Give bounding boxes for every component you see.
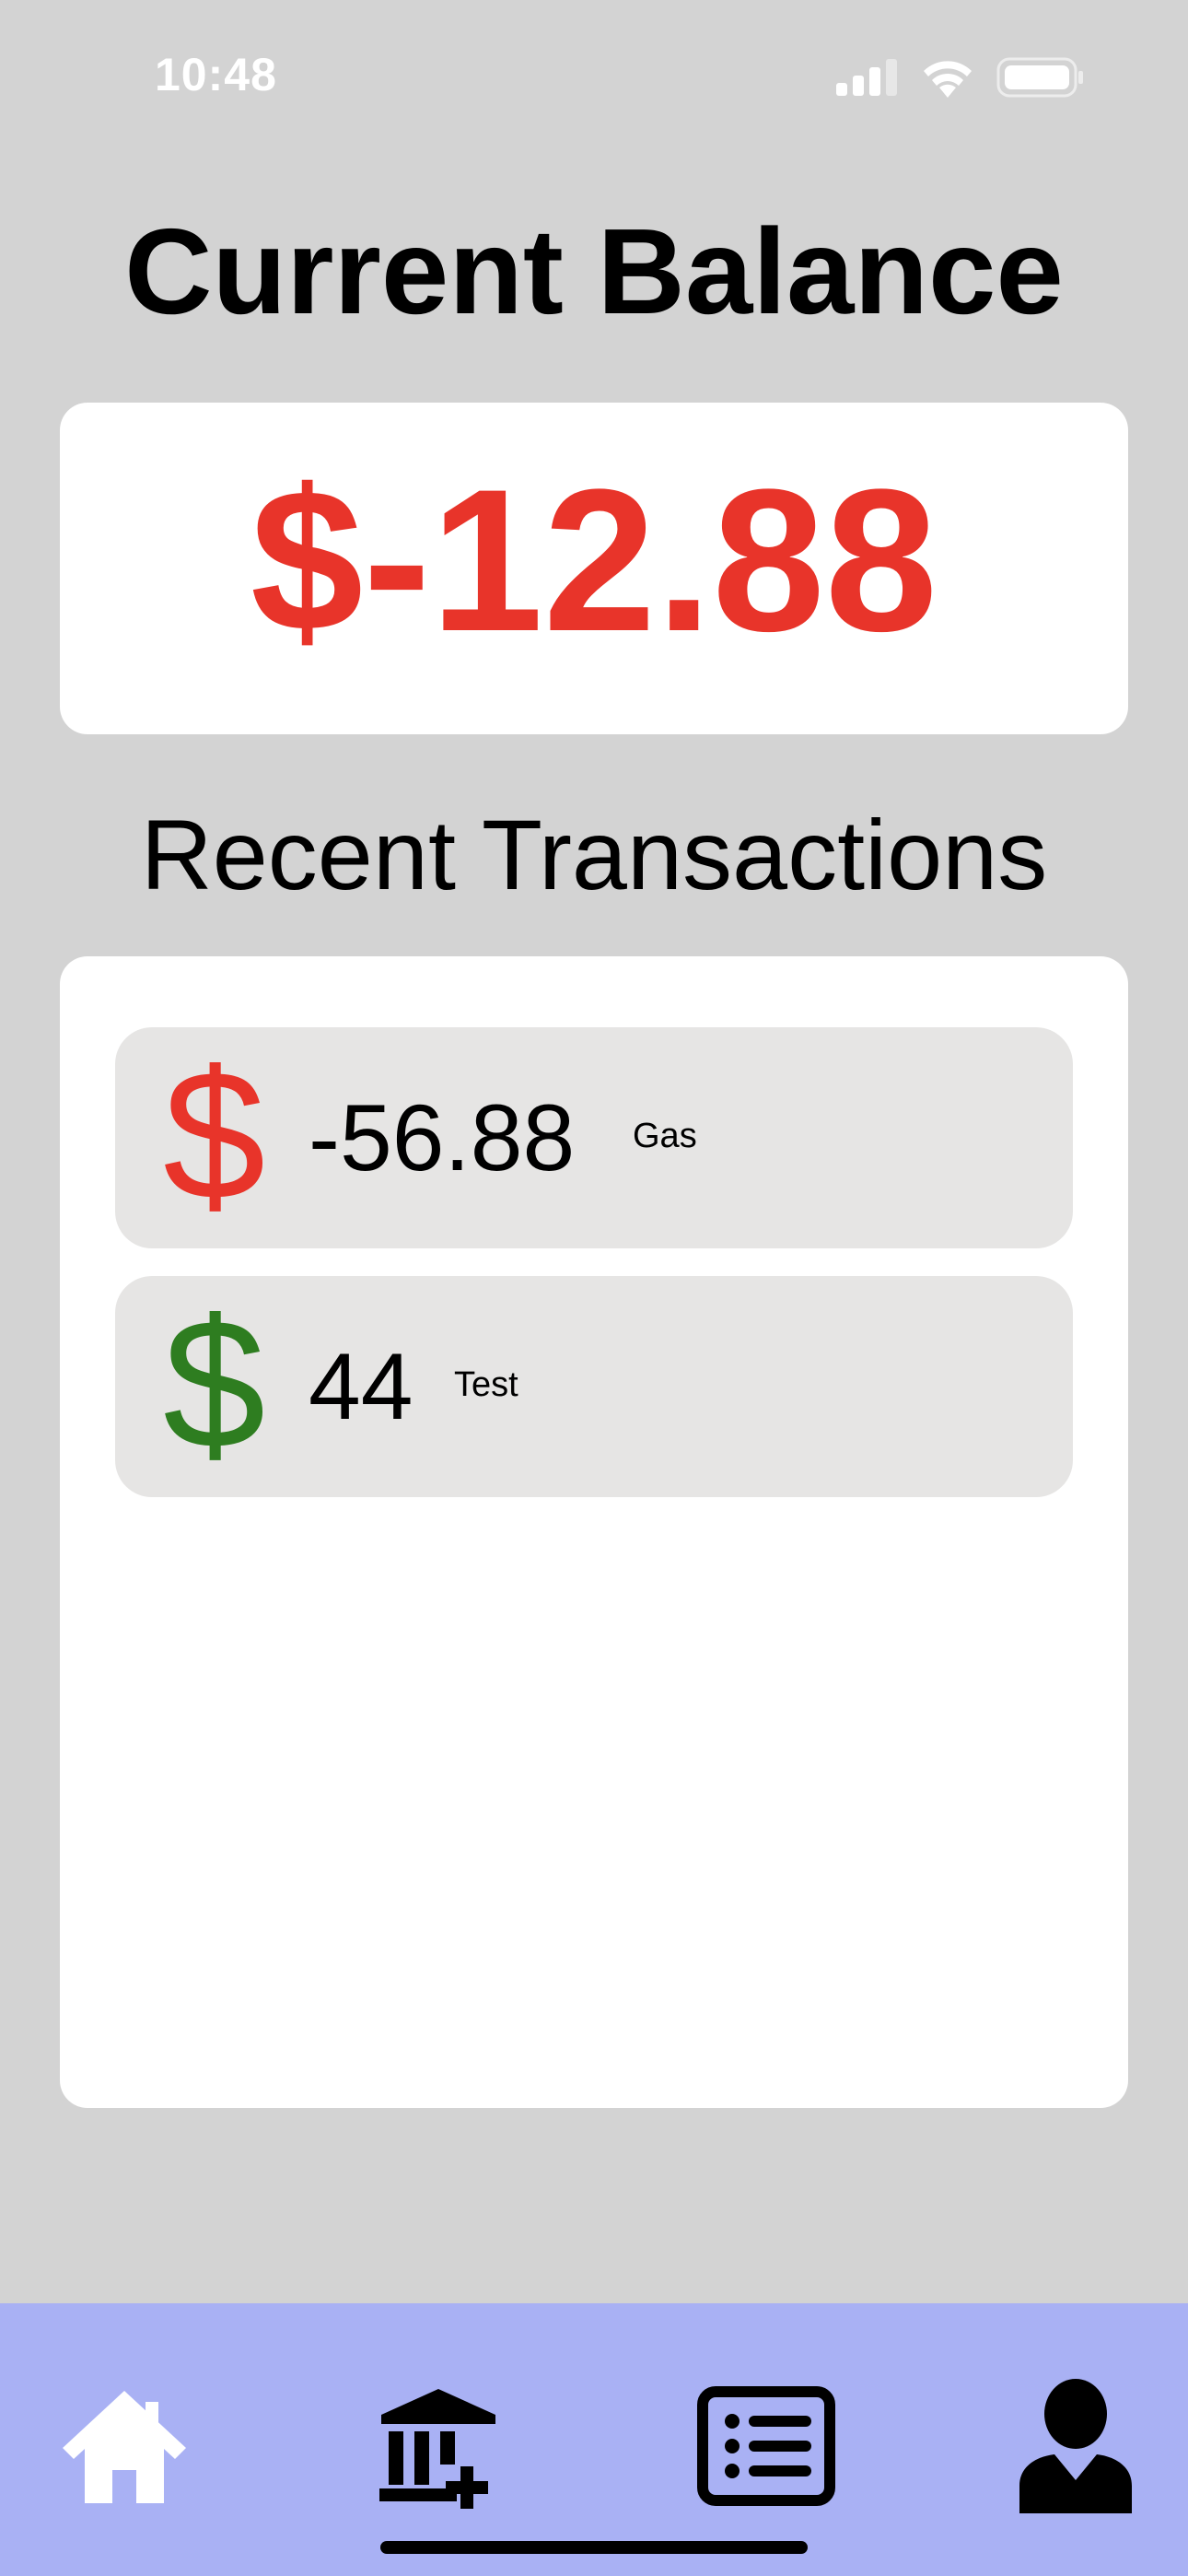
signal-icon — [836, 59, 897, 96]
battery-icon — [996, 57, 1083, 98]
transaction-description: Gas — [633, 1117, 697, 1155]
status-icons — [836, 57, 1085, 98]
recent-transactions-title: Recent Transactions — [140, 799, 1048, 910]
person-icon — [1019, 2379, 1132, 2513]
transaction-row[interactable]: $ 44 Test — [115, 1276, 1073, 1497]
home-icon — [63, 2391, 186, 2503]
transaction-amount: 44 — [309, 1334, 413, 1439]
bank-add-icon — [379, 2389, 495, 2509]
balance-card: $-12.88 — [60, 403, 1128, 734]
status-time: 10:48 — [155, 49, 277, 100]
list-icon — [697, 2386, 835, 2506]
tab-profile[interactable] — [1002, 2377, 1149, 2515]
tab-bar — [0, 2303, 1188, 2576]
tab-add-account[interactable] — [368, 2377, 516, 2515]
tab-transactions[interactable] — [693, 2377, 840, 2515]
tab-home[interactable] — [51, 2377, 198, 2515]
transaction-row[interactable]: $ -56.88 Gas — [115, 1027, 1073, 1248]
wifi-icon — [924, 61, 972, 98]
transaction-amount: -56.88 — [309, 1085, 576, 1190]
transaction-description: Test — [454, 1365, 518, 1404]
status-bar: 10:48 — [0, 0, 1188, 147]
dollar-icon: $ — [163, 1033, 266, 1238]
balance-value: $-12.88 — [250, 447, 938, 673]
dollar-icon: $ — [163, 1282, 266, 1487]
transactions-list: $ -56.88 Gas $ 44 Test — [60, 956, 1128, 2108]
page-title: Current Balance — [124, 204, 1064, 339]
home-indicator — [380, 2541, 808, 2554]
